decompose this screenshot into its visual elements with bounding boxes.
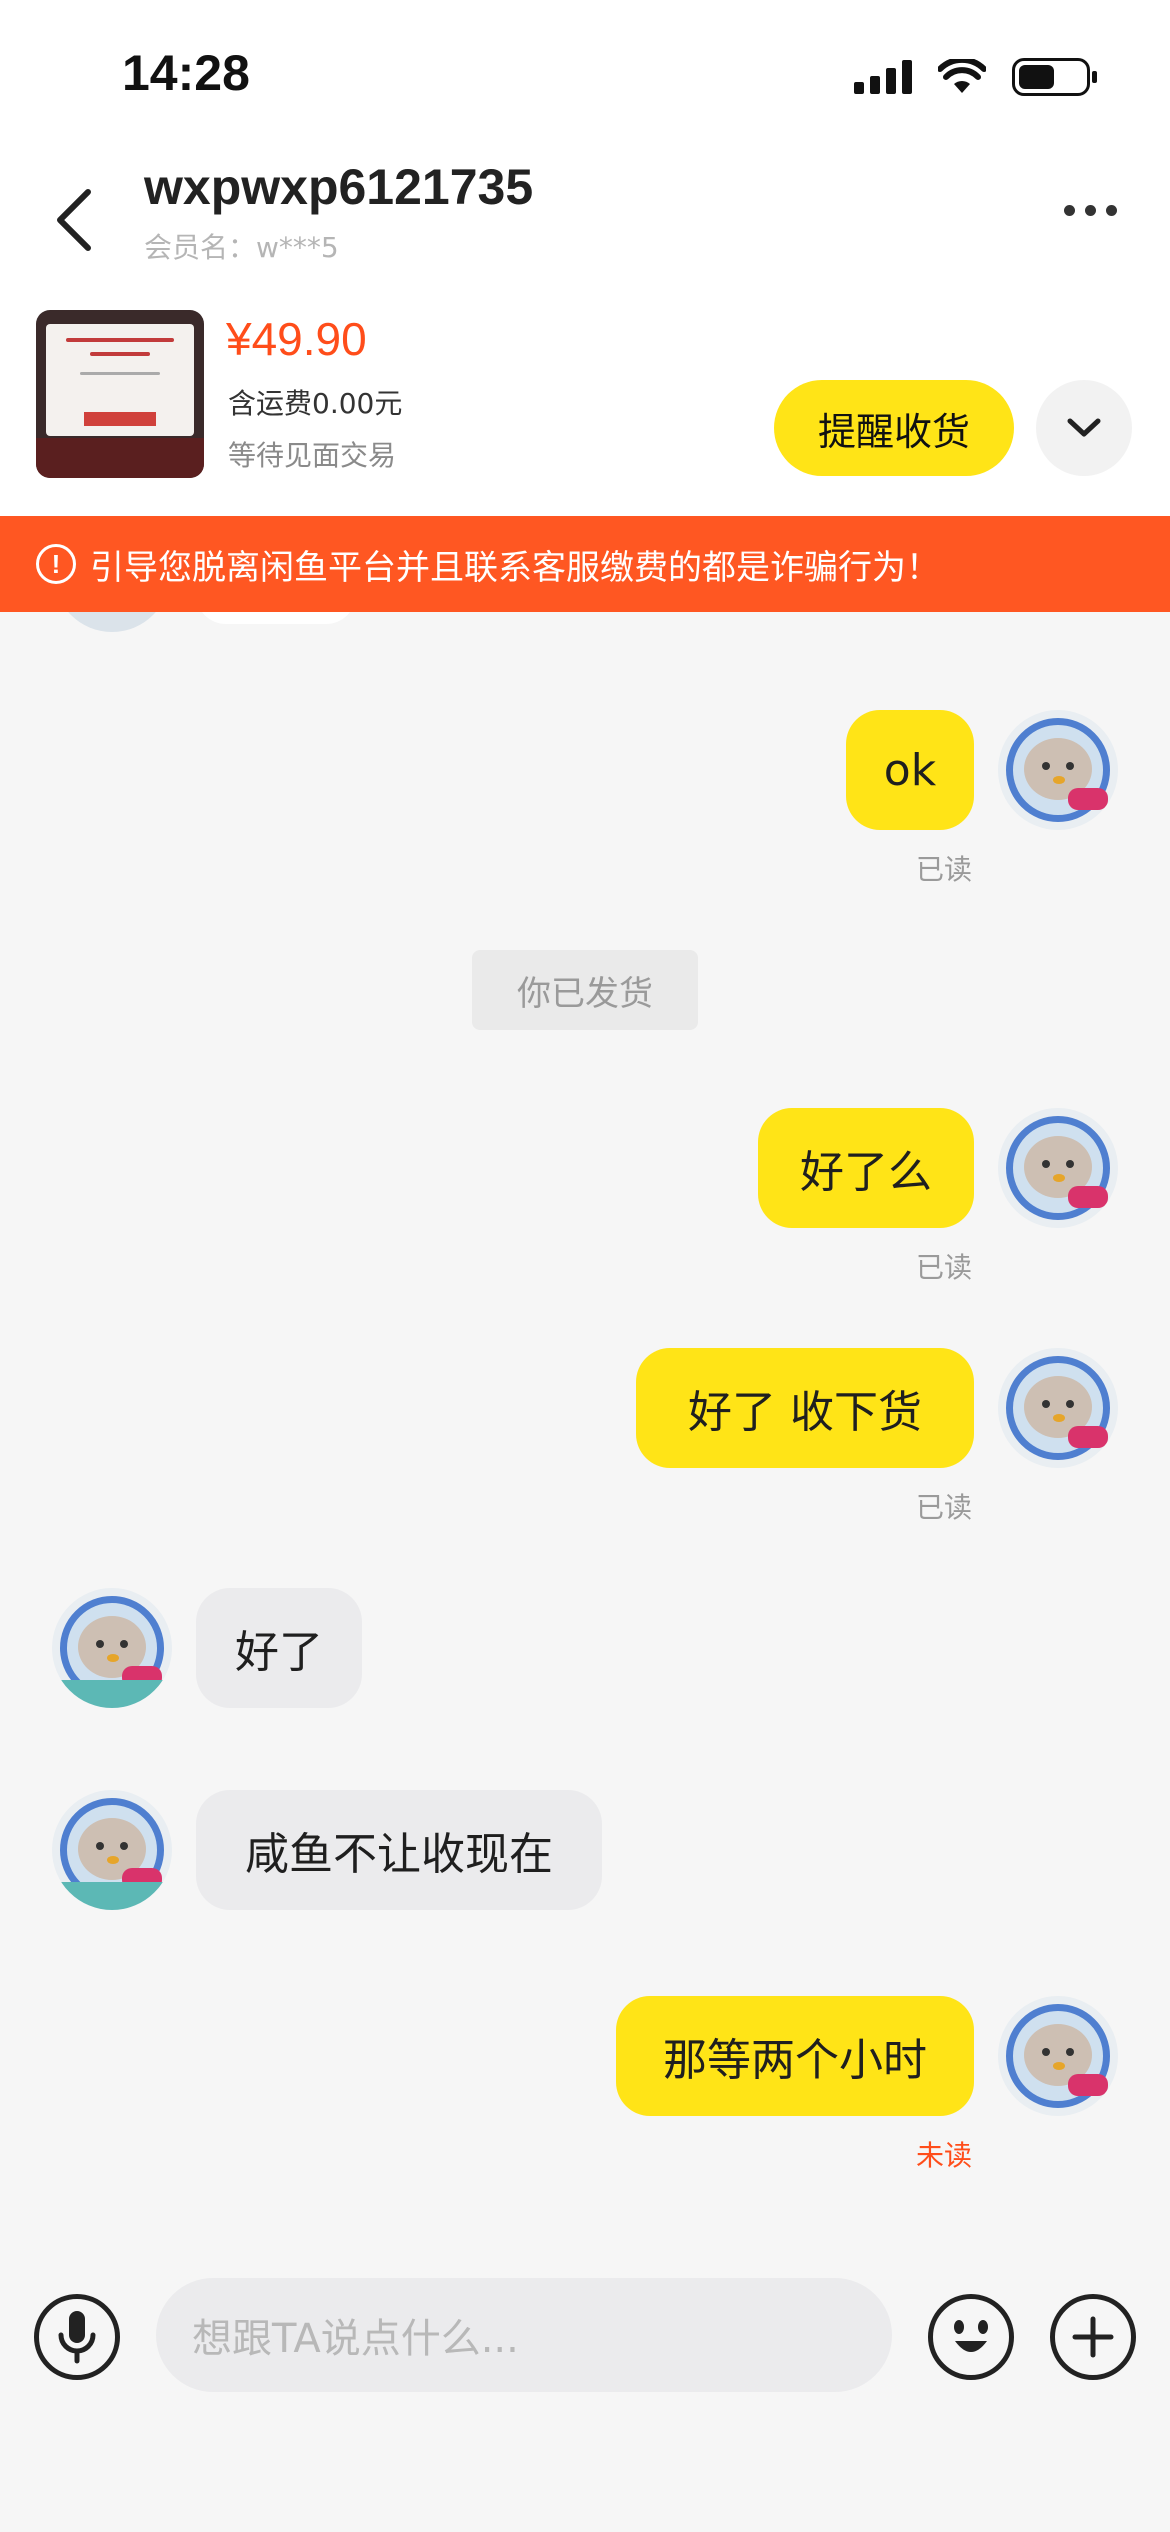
contact-avatar[interactable] <box>52 1588 172 1708</box>
message-bubble-mine[interactable]: 好了 收下货 <box>636 1348 974 1468</box>
system-message: 你已发货 <box>472 950 698 1030</box>
expand-order-button[interactable] <box>1036 380 1132 476</box>
chat-messages[interactable]: ok 已读 你已发货 好了么 已读 好了 收下货 已读 好了 咸鱼不让收现在 那… <box>0 612 1170 2252</box>
microphone-icon <box>58 2311 96 2364</box>
read-receipt: 已读 <box>916 853 973 886</box>
warning-text: 引导您脱离闲鱼平台并且联系客服缴费的都是诈骗行为！ <box>90 547 940 588</box>
battery-icon <box>1012 58 1097 96</box>
avatar <box>54 612 170 632</box>
my-avatar[interactable] <box>998 1996 1118 2116</box>
my-avatar[interactable] <box>998 1108 1118 1228</box>
input-bar: 想跟TA说点什么... <box>0 2252 1170 2532</box>
product-thumbnail[interactable] <box>36 310 204 478</box>
member-name: 会员名：w***5 <box>144 231 339 264</box>
status-bar: 14:28 <box>0 0 1170 140</box>
back-button[interactable] <box>44 180 104 260</box>
message-bubble-theirs[interactable]: 咸鱼不让收现在 <box>196 1790 602 1910</box>
smiley-icon <box>954 2320 988 2352</box>
chevron-left-icon <box>57 189 91 251</box>
my-avatar[interactable] <box>998 1348 1118 1468</box>
read-receipt: 已读 <box>916 1251 973 1284</box>
voice-button[interactable] <box>34 2294 120 2380</box>
remind-receipt-button[interactable]: 提醒收货 <box>774 380 1014 476</box>
message-bubble-theirs[interactable]: 好了 <box>196 1588 362 1708</box>
wifi-icon <box>938 59 986 93</box>
message-bubble-mine[interactable]: 好了么 <box>758 1108 974 1228</box>
message-input[interactable]: 想跟TA说点什么... <box>156 2278 892 2392</box>
more-dots-icon <box>1063 204 1075 216</box>
emoji-button[interactable] <box>928 2294 1014 2380</box>
battery-level <box>1019 65 1054 89</box>
read-receipt: 已读 <box>916 1491 973 1524</box>
contact-avatar[interactable] <box>52 1790 172 1910</box>
exclamation-circle-icon: ! <box>36 544 76 584</box>
cellular-signal-icon <box>854 60 912 94</box>
shipping-fee: 含运费0.00元 <box>228 387 403 420</box>
fraud-warning-banner: ! 引导您脱离闲鱼平台并且联系客服缴费的都是诈骗行为！ <box>0 516 1170 612</box>
status-time: 14:28 <box>122 45 250 101</box>
plus-circle-icon <box>1072 2316 1114 2358</box>
unread-receipt: 未读 <box>916 2139 973 2172</box>
chat-header: wxpwxp6121735 会员名：w***5 <box>0 140 1170 290</box>
order-card[interactable]: ¥49.90 含运费0.00元 等待见面交易 提醒收货 <box>0 290 1170 516</box>
contact-name: wxpwxp6121735 <box>144 159 534 215</box>
message-bubble-mine[interactable]: ok <box>846 710 974 830</box>
chevron-down-icon <box>1067 418 1101 437</box>
order-status: 等待见面交易 <box>228 439 397 472</box>
my-avatar[interactable] <box>998 710 1118 830</box>
more-actions-button[interactable] <box>1050 2294 1136 2380</box>
status-icons <box>854 52 1097 102</box>
more-button[interactable] <box>1050 190 1130 230</box>
order-price: ¥49.90 <box>226 313 367 365</box>
message-bubble <box>196 612 356 624</box>
message-bubble-mine[interactable]: 那等两个小时 <box>616 1996 974 2116</box>
